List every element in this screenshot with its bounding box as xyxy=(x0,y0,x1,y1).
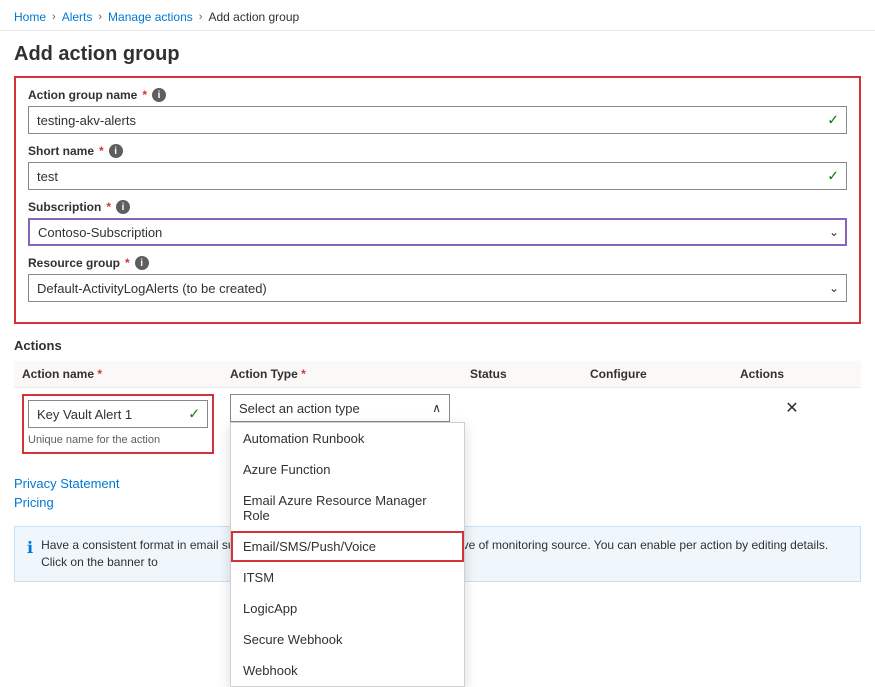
actions-cell: ✕ xyxy=(732,394,852,422)
breadcrumb-manage-actions[interactable]: Manage actions xyxy=(108,10,193,24)
resource-group-field: Resource group * i Default-ActivityLogAl… xyxy=(28,256,847,302)
breadcrumb-sep-1: › xyxy=(52,11,56,23)
short-name-check-icon: ✓ xyxy=(827,168,839,185)
subscription-dropdown-wrapper: Contoso-Subscription ⌄ xyxy=(28,218,847,246)
page-title: Add action group xyxy=(0,31,875,76)
action-name-cell: ✓ Unique name for the action xyxy=(14,394,222,454)
dropdown-item-itsm[interactable]: ITSM xyxy=(231,562,464,593)
required-marker-4: * xyxy=(125,256,130,270)
action-name-check-icon: ✓ xyxy=(188,406,200,423)
resource-group-dropdown[interactable]: Default-ActivityLogAlerts (to be created… xyxy=(28,274,847,302)
delete-row-button[interactable]: ✕ xyxy=(740,394,844,422)
info-banner-icon: ℹ xyxy=(27,538,33,558)
col-configure: Configure xyxy=(582,367,732,381)
required-marker-1: * xyxy=(142,88,147,102)
short-name-input[interactable] xyxy=(28,162,847,190)
action-type-cell: Select an action type ∧ Automation Runbo… xyxy=(222,394,462,422)
action-name-input-wrapper: ✓ xyxy=(28,400,208,428)
breadcrumb-current: Add action group xyxy=(208,10,299,24)
dropdown-item-automation-runbook[interactable]: Automation Runbook xyxy=(231,423,464,454)
resource-group-label: Resource group * i xyxy=(28,256,847,270)
action-type-chevron-up-icon: ∧ xyxy=(432,401,441,415)
action-type-button[interactable]: Select an action type ∧ xyxy=(230,394,450,422)
col-action-name-required: * xyxy=(97,367,102,381)
resource-group-dropdown-wrapper: Default-ActivityLogAlerts (to be created… xyxy=(28,274,847,302)
action-type-container: Select an action type ∧ Automation Runbo… xyxy=(230,394,454,422)
breadcrumb-sep-2: › xyxy=(98,11,102,23)
subscription-dropdown[interactable]: Contoso-Subscription xyxy=(28,218,847,246)
resource-group-info-icon[interactable]: i xyxy=(135,256,149,270)
short-name-field: Short name * i ✓ xyxy=(28,144,847,190)
action-group-name-check-icon: ✓ xyxy=(827,112,839,129)
subscription-field: Subscription * i Contoso-Subscription ⌄ xyxy=(28,200,847,246)
required-marker-2: * xyxy=(99,144,104,158)
short-name-info-icon[interactable]: i xyxy=(109,144,123,158)
action-type-placeholder: Select an action type xyxy=(239,401,360,416)
action-group-name-info-icon[interactable]: i xyxy=(152,88,166,102)
actions-section: Actions Action name * Action Type * Stat… xyxy=(14,338,861,460)
short-name-input-wrapper: ✓ xyxy=(28,162,847,190)
breadcrumb-home[interactable]: Home xyxy=(14,10,46,24)
actions-table-header: Action name * Action Type * Status Confi… xyxy=(14,361,861,388)
breadcrumb-sep-3: › xyxy=(199,11,203,23)
col-action-name: Action name * xyxy=(14,367,222,381)
breadcrumb: Home › Alerts › Manage actions › Add act… xyxy=(0,0,875,31)
action-name-input[interactable] xyxy=(28,400,208,428)
required-marker-3: * xyxy=(106,200,111,214)
col-action-type: Action Type * xyxy=(222,367,462,381)
short-name-label: Short name * i xyxy=(28,144,847,158)
col-actions: Actions xyxy=(732,367,852,381)
actions-section-title: Actions xyxy=(14,338,861,353)
dropdown-item-azure-function[interactable]: Azure Function xyxy=(231,454,464,485)
dropdown-item-email-arm-role[interactable]: Email Azure Resource Manager Role xyxy=(231,485,464,531)
action-group-name-label: Action group name * i xyxy=(28,88,847,102)
action-group-name-input-wrapper: ✓ xyxy=(28,106,847,134)
col-action-type-required: * xyxy=(301,367,306,381)
action-type-dropdown-menu: Automation Runbook Azure Function Email … xyxy=(230,422,465,687)
dropdown-item-webhook[interactable]: Webhook xyxy=(231,655,464,686)
action-group-config-section: Action group name * i ✓ Short name * i ✓ xyxy=(14,76,861,324)
table-row: ✓ Unique name for the action Select an a… xyxy=(14,388,861,460)
breadcrumb-alerts[interactable]: Alerts xyxy=(62,10,93,24)
dropdown-item-secure-webhook[interactable]: Secure Webhook xyxy=(231,624,464,655)
action-group-name-input[interactable] xyxy=(28,106,847,134)
dropdown-item-logicapp[interactable]: LogicApp xyxy=(231,593,464,624)
action-name-hint: Unique name for the action xyxy=(28,432,208,448)
dropdown-item-email-sms[interactable]: Email/SMS/Push/Voice xyxy=(231,531,464,562)
subscription-label: Subscription * i xyxy=(28,200,847,214)
col-status: Status xyxy=(462,367,582,381)
subscription-info-icon[interactable]: i xyxy=(116,200,130,214)
action-group-name-field: Action group name * i ✓ xyxy=(28,88,847,134)
action-name-cell-border: ✓ Unique name for the action xyxy=(22,394,214,454)
